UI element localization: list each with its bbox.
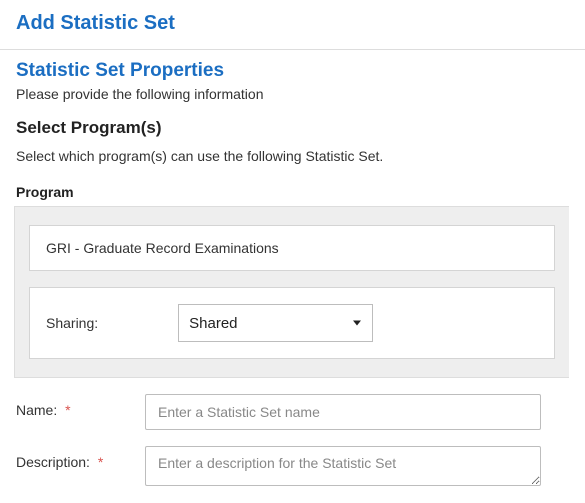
description-label-col: Description: * [0, 446, 145, 470]
sharing-select[interactable]: Shared [178, 304, 373, 342]
select-programs-title: Select Program(s) [16, 118, 569, 138]
description-input[interactable] [145, 446, 541, 486]
name-label-col: Name: * [0, 394, 145, 418]
section-helper: Please provide the following information [16, 86, 569, 102]
name-row: Name: * [0, 394, 585, 430]
name-input[interactable] [145, 394, 541, 430]
description-label: Description: [16, 454, 90, 470]
description-row: Description: * [0, 446, 585, 486]
program-group-label: Program [16, 184, 569, 200]
required-mark: * [65, 402, 70, 418]
page-title: Add Statistic Set [0, 0, 585, 50]
select-programs-helper: Select which program(s) can use the foll… [16, 148, 569, 164]
name-label: Name: [16, 402, 57, 418]
sharing-label: Sharing: [46, 315, 98, 331]
required-mark: * [98, 454, 103, 470]
sharing-select-wrap: Shared [178, 304, 373, 342]
section-title: Statistic Set Properties [16, 60, 569, 82]
content-area: Statistic Set Properties Please provide … [0, 50, 585, 378]
program-panel: GRI - Graduate Record Examinations Shari… [14, 206, 569, 378]
program-select[interactable]: GRI - Graduate Record Examinations [29, 225, 555, 271]
sharing-row: Sharing: Shared [29, 287, 555, 359]
